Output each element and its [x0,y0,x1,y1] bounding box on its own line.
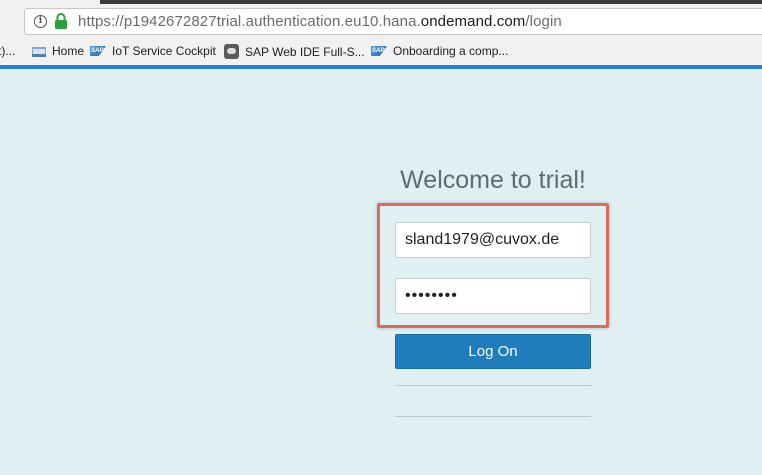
url-protocol: https:// [78,13,124,30]
bookmark-label: Onboarding a comp... [393,44,509,58]
sap-icon: SAP [371,46,387,56]
bookmark-label: IoT Service Cockpit [112,44,216,58]
url-host: p1942672827trial.authentication.eu10.han… [123,13,421,30]
bookmark-truncated[interactable]: t)... [0,44,15,58]
url-domain: ondemand.com [420,13,526,30]
email-field[interactable] [395,222,591,258]
home-icon [32,47,46,57]
cloud-icon [224,44,239,59]
password-field[interactable] [395,278,591,314]
browser-chrome: i https://p1942672827trial.authenticatio… [0,0,762,66]
sap-icon: SAP [90,46,106,56]
bookmarks-bar: t)... Home SAP IoT Service Cockpit SAP W… [0,40,762,64]
bookmark-label: t)... [0,44,16,58]
header-accent-line [0,65,762,69]
info-icon[interactable]: i [34,15,47,28]
tab-strip [100,0,762,4]
welcome-heading: Welcome to trial! [400,166,586,194]
divider [395,416,591,417]
bookmark-label: Home [52,44,85,58]
log-on-button[interactable]: Log On [395,334,591,369]
bookmark-onboarding[interactable]: SAP Onboarding a comp... [371,44,508,58]
bookmark-label: SAP Web IDE Full-S... [245,44,365,59]
lock-icon[interactable] [54,13,68,30]
bookmark-iot-service-cockpit[interactable]: SAP IoT Service Cockpit [90,44,216,58]
url-path: /login [525,13,562,30]
address-bar[interactable]: i https://p1942672827trial.authenticatio… [24,8,762,35]
bookmark-sap-web-ide[interactable]: SAP Web IDE Full-S... [224,44,365,59]
divider [395,385,591,386]
url-text[interactable]: https://p1942672827trial.authentication.… [78,13,562,30]
bookmark-home[interactable]: Home [32,44,84,58]
